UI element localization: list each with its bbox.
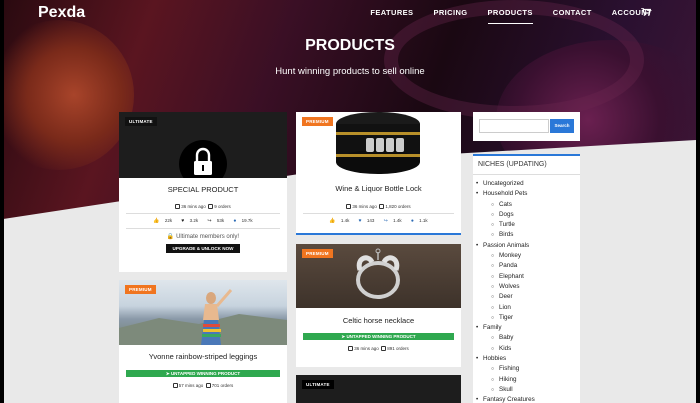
clock-icon bbox=[175, 204, 181, 209]
social-stats: 👍 1.4k ♥ 143 ↪ 1.4k ● 1.1k bbox=[329, 218, 428, 224]
ultimate-badge: ULTIMATE bbox=[302, 380, 334, 389]
product-title[interactable]: Celtic horse necklace bbox=[296, 316, 461, 325]
nav-pricing[interactable]: PRICING bbox=[433, 8, 467, 24]
niche-subitem[interactable]: Fishing bbox=[483, 364, 580, 375]
page-subtitle: Hunt winning products to sell online bbox=[275, 66, 425, 77]
divider bbox=[126, 228, 280, 229]
niche-subitem[interactable]: Dogs bbox=[483, 210, 580, 221]
niche-subitem[interactable]: Elephant bbox=[483, 272, 580, 283]
niche-item[interactable]: Household Pets bbox=[476, 189, 580, 200]
niche-subitem[interactable]: Turtle bbox=[483, 220, 580, 231]
basket-icon bbox=[205, 383, 211, 388]
basket-icon bbox=[379, 204, 385, 209]
product-meta: 57 mins ago 701 orders bbox=[119, 383, 287, 388]
like-icon: 👍 bbox=[153, 218, 160, 224]
lock-icon bbox=[179, 140, 227, 178]
niche-subitem[interactable]: Panda bbox=[483, 261, 580, 272]
upgrade-button[interactable]: UPGRADE & UNLOCK NOW bbox=[166, 244, 240, 253]
product-card-special[interactable]: ULTIMATE SPECIAL PRODUCT 36 mins ago 9 o… bbox=[119, 112, 287, 272]
premium-badge: PREMIUM bbox=[302, 117, 333, 126]
niche-item[interactable]: Fantasy Creatures bbox=[476, 395, 580, 403]
heart-icon: ♥ bbox=[181, 218, 185, 224]
product-card-necklace[interactable]: PREMIUM Celtic horse necklace ➤ UNTAPPED… bbox=[296, 244, 461, 367]
untapped-tag: ➤ UNTAPPED WINNING PRODUCT bbox=[303, 333, 454, 340]
niche-subitem[interactable]: Birds bbox=[483, 230, 580, 241]
comment-icon: ● bbox=[233, 218, 237, 224]
product-image: PREMIUM bbox=[119, 280, 287, 345]
premium-badge: PREMIUM bbox=[125, 285, 156, 294]
product-card-bottle-lock[interactable]: PREMIUM Wine & Liquor Bottle Lock 36 min… bbox=[296, 112, 461, 235]
product-card-ultimate[interactable]: ULTIMATE bbox=[296, 375, 461, 403]
product-title[interactable]: SPECIAL PRODUCT bbox=[119, 185, 287, 194]
comment-icon: ● bbox=[410, 218, 414, 224]
nav-products[interactable]: PRODUCTS bbox=[487, 8, 533, 24]
niche-subitem[interactable]: Lion bbox=[483, 303, 580, 314]
niche-subitem[interactable]: Monkey bbox=[483, 251, 580, 262]
niches-widget: NICHES (UPDATING) UncategorizedHousehold… bbox=[473, 154, 580, 403]
product-title[interactable]: Yvonne rainbow-striped leggings bbox=[119, 352, 287, 361]
niche-item[interactable]: Uncategorized bbox=[476, 179, 580, 190]
divider bbox=[126, 213, 280, 214]
share-icon: ↪ bbox=[207, 218, 212, 224]
product-image: PREMIUM bbox=[296, 112, 461, 177]
niche-subitem[interactable]: Kids bbox=[483, 344, 580, 355]
search-button[interactable]: Search bbox=[550, 119, 574, 133]
ultimate-badge: ULTIMATE bbox=[125, 117, 157, 126]
clock-icon bbox=[348, 346, 354, 351]
social-stats: 👍 22k ♥ 3.2k ↪ 53k ● 19.7k bbox=[153, 218, 253, 224]
niche-subitem[interactable]: Deer bbox=[483, 292, 580, 303]
nav-contact[interactable]: CONTACT bbox=[553, 8, 592, 24]
clock-icon bbox=[346, 204, 352, 209]
lock-small-icon: 🔒 bbox=[166, 234, 175, 240]
search-widget: Search bbox=[473, 112, 580, 141]
niche-item[interactable]: Hobbies bbox=[476, 354, 580, 365]
basket-icon bbox=[381, 346, 387, 351]
brand-logo[interactable]: Pexda bbox=[38, 4, 85, 22]
product-title[interactable]: Wine & Liquor Bottle Lock bbox=[296, 184, 461, 193]
product-card-leggings[interactable]: PREMIUM Yvonne rainbow-striped leggings … bbox=[119, 280, 287, 403]
page-title: PRODUCTS bbox=[305, 37, 395, 54]
untapped-tag: ➤ UNTAPPED WINNING PRODUCT bbox=[126, 370, 280, 377]
nav-features[interactable]: FEATURES bbox=[370, 8, 413, 24]
niche-subitem[interactable]: Skull bbox=[483, 385, 580, 396]
niche-subitem[interactable]: Tiger bbox=[483, 313, 580, 324]
divider bbox=[303, 213, 454, 214]
niche-item[interactable]: Family bbox=[476, 323, 580, 334]
niche-subitem[interactable]: Cats bbox=[483, 200, 580, 211]
clock-icon bbox=[172, 383, 178, 388]
paper-plane-icon: ➤ bbox=[165, 371, 170, 376]
product-image: PREMIUM bbox=[296, 244, 461, 308]
cart-icon[interactable] bbox=[641, 8, 651, 16]
niche-item[interactable]: Passion Animals bbox=[476, 241, 580, 252]
product-image: ULTIMATE bbox=[119, 112, 287, 178]
heart-icon: ♥ bbox=[358, 218, 362, 224]
share-icon: ↪ bbox=[383, 218, 388, 224]
page: Pexda FEATURES PRICING PRODUCTS CONTACT … bbox=[0, 0, 700, 403]
members-note: 🔒 Ultimate members only! bbox=[166, 234, 240, 240]
bottle-lock-photo bbox=[336, 112, 420, 174]
basket-icon bbox=[208, 204, 214, 209]
paper-plane-icon: ➤ bbox=[341, 334, 346, 339]
niche-list: UncategorizedHousehold PetsCatsDogsTurtl… bbox=[473, 175, 580, 403]
necklace-photo bbox=[356, 248, 400, 299]
main-nav: FEATURES PRICING PRODUCTS CONTACT ACCOUN… bbox=[370, 8, 652, 24]
premium-badge: PREMIUM bbox=[302, 249, 333, 258]
product-meta: 36 mins ago 9 orders bbox=[119, 204, 287, 209]
niche-subitem[interactable]: Wolves bbox=[483, 282, 580, 293]
niche-subitem[interactable]: Baby bbox=[483, 333, 580, 344]
product-meta: 36 mins ago 891 orders bbox=[296, 346, 461, 351]
like-icon: 👍 bbox=[329, 218, 336, 224]
search-input[interactable] bbox=[479, 119, 549, 133]
niches-title: NICHES (UPDATING) bbox=[473, 156, 580, 175]
product-meta: 36 mins ago 1,820 orders bbox=[296, 204, 461, 209]
niche-subitem[interactable]: Hiking bbox=[483, 375, 580, 386]
